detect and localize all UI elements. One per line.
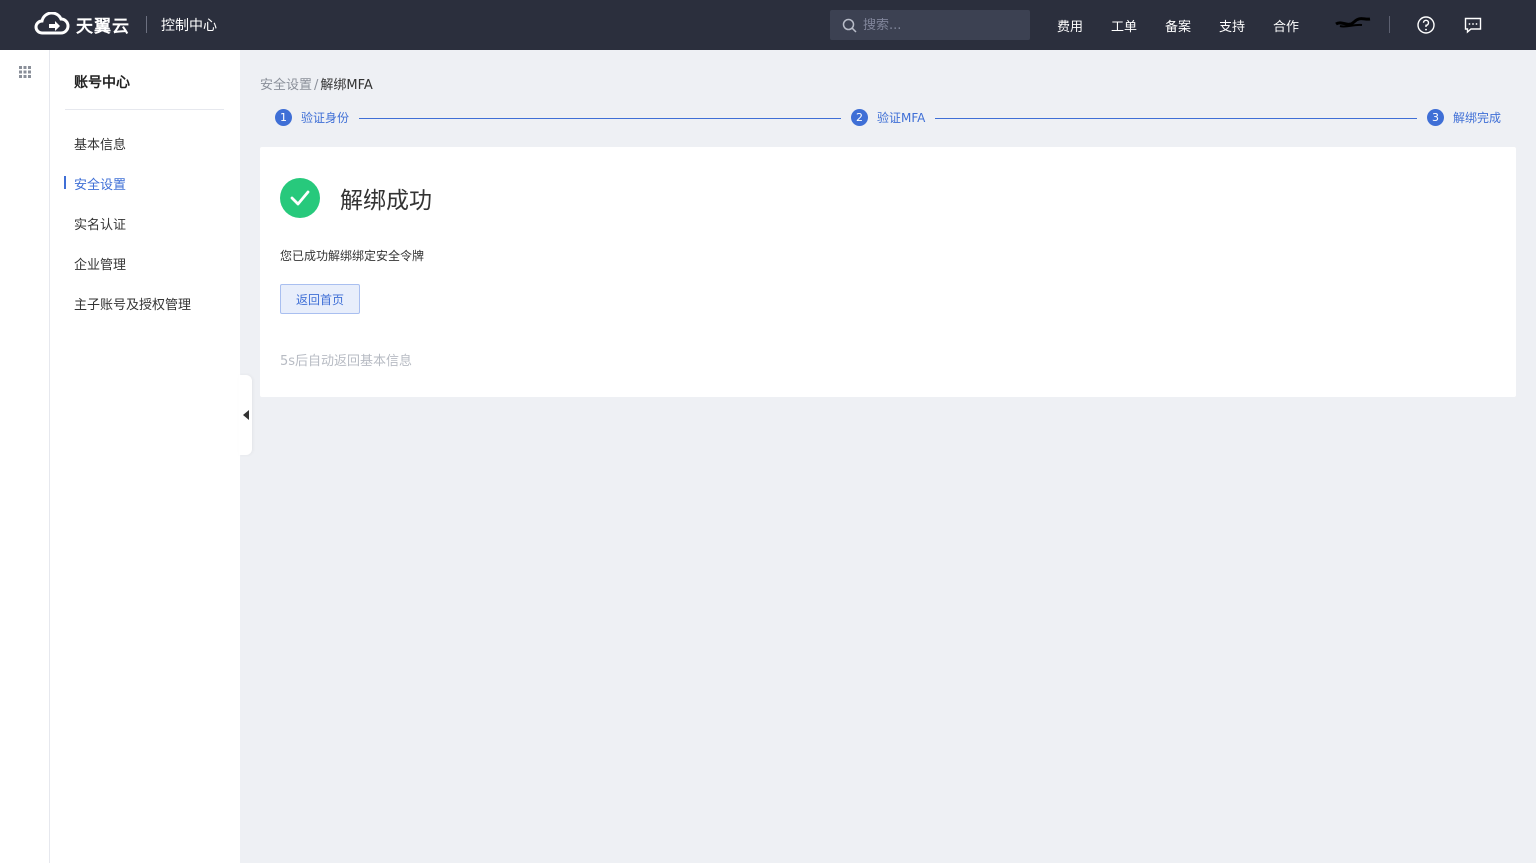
step-label: 验证MFA — [877, 111, 926, 125]
cloud-logo-icon — [34, 12, 70, 35]
nav-support[interactable]: 支持 — [1219, 16, 1245, 35]
result-card: 解绑成功 您已成功解绑绑定安全令牌 返回首页 5s后自动返回基本信息 — [260, 147, 1516, 397]
step-number: 1 — [275, 109, 292, 126]
product-rail — [0, 50, 50, 863]
nav-tickets[interactable]: 工单 — [1111, 16, 1137, 35]
breadcrumb-separator: / — [314, 78, 319, 93]
nav-filing[interactable]: 备案 — [1165, 16, 1191, 35]
search-box[interactable] — [830, 10, 1030, 40]
sidebar-item-real-name[interactable]: 实名认证 — [74, 214, 126, 233]
step-unbind-complete: 3 解绑完成 — [1427, 109, 1501, 126]
app-grid-icon[interactable] — [19, 66, 31, 78]
search-icon — [842, 18, 857, 33]
step-number: 2 — [851, 109, 868, 126]
step-verify-mfa: 2 验证MFA — [851, 109, 925, 126]
nav-divider — [1389, 16, 1390, 33]
success-badge — [280, 178, 320, 218]
nav-partner[interactable]: 合作 — [1273, 16, 1299, 35]
search-input[interactable] — [863, 17, 1013, 33]
result-description: 您已成功解绑绑定安全令牌 — [280, 249, 425, 263]
breadcrumb-current: 解绑MFA — [320, 78, 373, 93]
top-bar: 天翼云 控制中心 费用 工单 备案 支持 合作 — [0, 0, 1536, 50]
step-number: 3 — [1427, 109, 1444, 126]
sidebar: 账号中心 基本信息 安全设置 实名认证 企业管理 主子账号及授权管理 — [50, 50, 240, 863]
step-verify-identity: 1 验证身份 — [275, 109, 349, 126]
sidebar-item-enterprise[interactable]: 企业管理 — [74, 254, 126, 273]
sidebar-collapse-toggle[interactable] — [239, 375, 252, 455]
sidebar-item-basic-info[interactable]: 基本信息 — [74, 134, 126, 153]
breadcrumb-parent[interactable]: 安全设置 — [260, 78, 312, 93]
brand-name: 天翼云 — [76, 16, 130, 37]
sidebar-title: 账号中心 — [74, 75, 130, 91]
sidebar-item-sub-accounts[interactable]: 主子账号及授权管理 — [74, 294, 191, 313]
message-icon[interactable] — [1463, 15, 1483, 35]
return-home-button[interactable]: 返回首页 — [280, 284, 360, 314]
step-connector — [935, 118, 1417, 119]
check-icon — [290, 190, 310, 206]
sidebar-item-security[interactable]: 安全设置 — [74, 174, 126, 193]
sidebar-divider — [65, 109, 224, 110]
sidebar-active-indicator — [64, 176, 66, 189]
caret-left-icon — [242, 410, 249, 420]
user-account-menu[interactable] — [1334, 16, 1372, 32]
step-connector — [359, 118, 841, 119]
console-title[interactable]: 控制中心 — [161, 15, 217, 35]
result-title: 解绑成功 — [340, 188, 432, 214]
step-label: 解绑完成 — [1453, 111, 1502, 125]
breadcrumb: 安全设置 / 解绑MFA — [260, 74, 373, 93]
brand-logo[interactable]: 天翼云 — [32, 10, 130, 38]
header-divider — [146, 16, 147, 33]
redirect-countdown: 5s后自动返回基本信息 — [280, 354, 413, 369]
nav-billing[interactable]: 费用 — [1057, 16, 1083, 35]
step-label: 验证身份 — [301, 111, 350, 125]
help-icon[interactable] — [1416, 15, 1436, 35]
